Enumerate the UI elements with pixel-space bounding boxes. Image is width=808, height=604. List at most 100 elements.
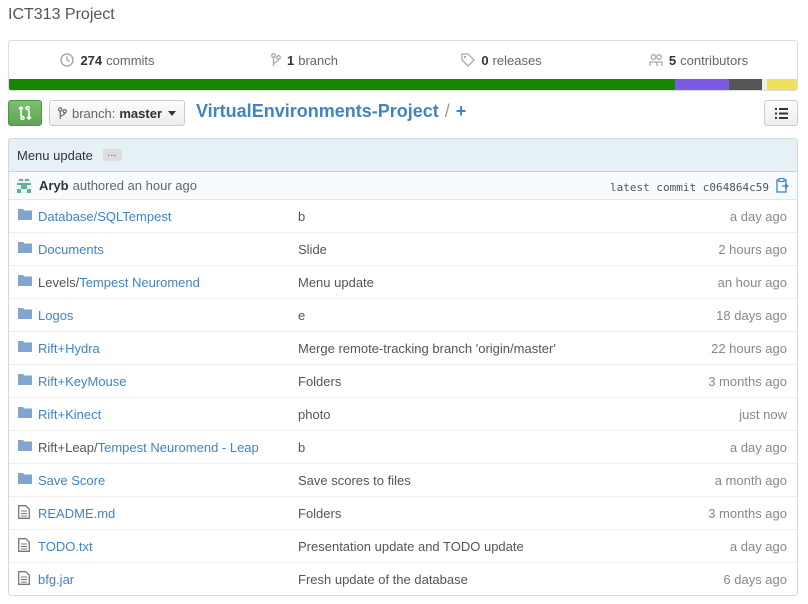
file-navigation: branch: master VirtualEnvironments-Proje… [8,100,798,128]
file-name-link[interactable]: Rift+KeyMouse [38,374,127,389]
file-age: a day ago [729,538,787,554]
branch-count: 1 [287,52,295,68]
file-name-link[interactable]: Save Score [38,473,105,488]
repo-name-link[interactable]: VirtualEnvironments-Project [196,101,439,122]
releases-count: 0 [481,52,489,68]
latest-commit: latest commit c064864c59 [610,181,769,194]
expand-commit-button[interactable]: … [102,149,122,161]
commit-meta: Aryb authored an hour ago latest commit … [9,172,797,200]
file-name-link[interactable]: Levels/Tempest Neuromend [38,275,200,290]
file-age: 18 days ago [716,307,787,323]
file-text-icon [18,571,30,588]
file-age: just now [739,406,787,422]
file-name: Tempest Neuromend - Leap [97,439,259,455]
chevron-down-icon [168,110,177,116]
file-age: 3 months ago [708,373,787,389]
file-name: bfg.jar [38,572,75,587]
latest-commit-label: latest commit [610,181,697,194]
file-age: 3 months ago [708,505,787,521]
file-name-link[interactable]: README.md [38,506,115,521]
commits-count: 274 [80,52,103,68]
history-icon [60,53,75,67]
file-age: a day ago [729,208,787,224]
contributors-label: contributors [680,52,749,68]
file-commit-message[interactable]: Presentation update and TODO update [298,539,524,554]
compare-button[interactable] [8,100,42,126]
file-name-link[interactable]: Rift+Kinect [38,407,101,422]
branches-link[interactable]: 1 branch [206,53,403,68]
file-row: Rift+Leap/Tempest Neuromend - Leap b a day… [9,431,797,464]
file-text-icon [18,538,30,555]
file-name: README.md [38,505,116,521]
file-name-link[interactable]: Database/SQLTempest [38,209,171,224]
commit-author[interactable]: Aryb [39,178,69,193]
commit-message[interactable]: Menu update [17,148,93,163]
file-name-link[interactable]: bfg.jar [38,572,74,587]
file-commit-message[interactable]: b [298,440,305,455]
file-commit-message[interactable]: Folders [298,374,341,389]
folder-icon [18,241,32,256]
language-segment[interactable] [9,79,675,90]
new-file-link[interactable]: + [456,101,467,122]
file-age: 22 hours ago [711,340,787,356]
file-name: Rift+KeyMouse [38,373,127,389]
file-name-link[interactable]: Rift+Leap/Tempest Neuromend - Leap [38,440,259,455]
file-commit-message[interactable]: photo [298,407,331,422]
file-commit-message[interactable]: Fresh update of the database [298,572,468,587]
commits-link[interactable]: 274 commits [9,53,206,68]
commits-label: commits [106,52,155,68]
file-age: a day ago [729,439,787,455]
language-segment[interactable] [674,79,730,90]
breadcrumb: VirtualEnvironments-Project / + [196,101,466,122]
breadcrumb-separator: / [444,101,450,121]
file-text-icon [18,505,30,522]
branch-prefix: branch: [72,105,116,121]
file-commit-message[interactable]: Save scores to files [298,473,411,488]
file-commit-message[interactable]: Folders [298,506,341,521]
file-commit-message[interactable]: Merge remote-tracking branch 'origin/mas… [298,341,556,356]
avatar[interactable] [17,178,31,193]
folder-icon [18,472,32,487]
contributors-link[interactable]: 5 contributors [600,53,797,68]
folder-icon [18,406,32,421]
file-row: Save Score Save scores to files a month ag… [9,464,797,497]
file-name: Save Score [38,472,106,488]
file-name-link[interactable]: Rift+Hydra [38,341,100,356]
file-name: Tempest Neuromend [79,274,200,290]
language-segment[interactable] [767,79,797,90]
branch-select-button[interactable]: branch: master [49,100,186,126]
repo-title: ICT313 Project [8,6,115,23]
folder-icon [18,208,32,223]
file-name: Database/SQLTempest [38,208,172,224]
file-commit-message[interactable]: b [298,209,305,224]
file-list-button[interactable] [764,100,798,126]
file-table: Menu update … Aryb authored an hour ago … [8,138,798,596]
commit-title-bar: Menu update … [9,139,797,172]
language-segment[interactable] [729,79,763,90]
organization-icon [649,54,663,66]
language-bar[interactable] [9,79,797,90]
file-name-link[interactable]: TODO.txt [38,539,93,554]
file-commit-message[interactable]: e [298,308,305,323]
file-age: 2 hours ago [718,241,787,257]
clipboard-icon[interactable] [776,178,789,193]
file-name-link[interactable]: Logos [38,308,73,323]
file-row: TODO.txt Presentation update and TODO upd… [9,530,797,563]
releases-link[interactable]: 0 releases [403,53,600,68]
file-commit-message[interactable]: Menu update [298,275,374,290]
commit-time: authored an hour ago [72,178,197,193]
file-row: bfg.jar Fresh update of the database 6 day… [9,563,797,595]
file-name: Logos [38,307,74,323]
file-name-link[interactable]: Documents [38,242,104,257]
branch-name: master [119,105,163,121]
tag-icon [461,53,476,67]
compare-icon [18,106,32,120]
file-name: Rift+Hydra [38,340,100,356]
file-name: TODO.txt [38,538,93,554]
file-row: Levels/Tempest Neuromend Menu update an ho… [9,266,797,299]
file-row: Database/SQLTempest b a day ago [9,200,797,233]
folder-icon [18,340,32,355]
file-row: Logos e 18 days ago [9,299,797,332]
file-commit-message[interactable]: Slide [298,242,327,257]
commit-sha-link[interactable]: c064864c59 [703,181,769,194]
